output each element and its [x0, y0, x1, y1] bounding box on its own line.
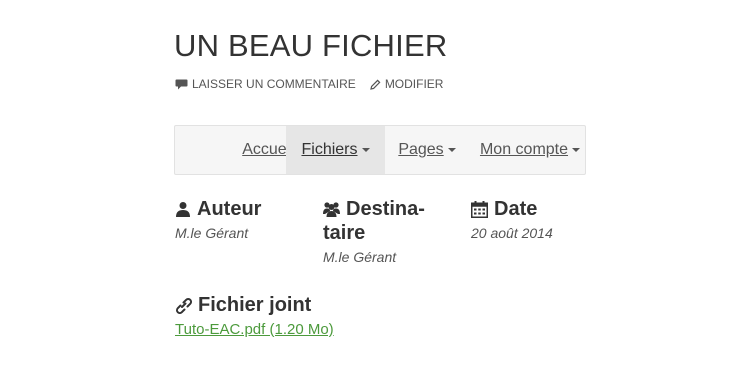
nav-item-label: Pages [398, 141, 444, 158]
comment-link-label: LAISSER UN COMMENTAIRE [192, 77, 356, 91]
recipient-label-line1: Destina- [346, 198, 425, 220]
comment-link[interactable]: LAISSER UN COMMENTAIRE [175, 77, 356, 91]
date-value: 20 août 2014 [471, 225, 553, 241]
attachment-field: Fichier joint Tuto-EAC.pdf (1.20 Mo) [175, 293, 334, 339]
nav-item-mon-compte[interactable]: Mon compte [475, 126, 585, 174]
author-field: Auteur M.le Gérant [175, 197, 261, 241]
recipient-field: Destina- taire M.le Gérant [323, 197, 425, 265]
nav-item-fichiers[interactable]: Fichiers [286, 126, 385, 174]
caret-down-icon [572, 148, 581, 152]
user-icon [175, 197, 191, 217]
nav-item-pages[interactable]: Pages [385, 126, 469, 174]
users-icon [323, 197, 340, 217]
paperclip-icon [175, 293, 192, 314]
recipient-value: M.le Gérant [323, 249, 397, 265]
author-label: Auteur [197, 198, 262, 220]
page-title: UN BEAU FICHIER [174, 28, 448, 63]
caret-down-icon [447, 148, 456, 152]
edit-link[interactable]: MODIFIER [370, 77, 444, 91]
author-value: M.le Gérant [175, 225, 249, 241]
main-navbar: Accueil Fichiers Pages Mon compte [174, 125, 586, 175]
caret-down-icon [361, 148, 370, 152]
attachment-download-link[interactable]: Tuto-EAC.pdf (1.20 Mo) [175, 321, 334, 338]
attachment-label: Fichier joint [198, 294, 312, 316]
recipient-label: Destina- taire [323, 197, 425, 245]
edit-link-label: MODIFIER [384, 77, 444, 91]
comment-icon [175, 79, 188, 90]
calendar-icon [471, 197, 488, 218]
recipient-label-line2: taire [323, 222, 366, 244]
nav-item-label: Fichiers [301, 141, 358, 158]
article-actions: LAISSER UN COMMENTAIRE MODIFIER [175, 77, 443, 91]
nav-item-label: Mon compte [479, 141, 569, 158]
date-label: Date [494, 198, 538, 220]
pencil-icon [370, 79, 381, 90]
date-field: Date 20 août 2014 [471, 197, 553, 241]
